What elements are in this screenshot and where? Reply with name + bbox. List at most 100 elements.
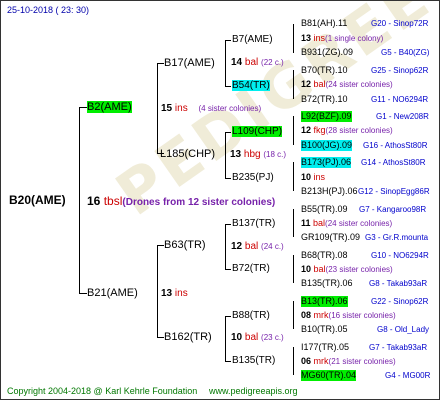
gen4-bot-1: B931(ZG).09 [301,47,354,57]
gen3-queen-2: B54(TR) [232,80,270,91]
gen3-num: 14 [231,57,243,68]
gen1-num: 15 [161,103,173,114]
connector-line [157,63,158,154]
connector-line [293,162,294,191]
gen4-note: (28 sister colonies) [325,126,393,135]
root-num: 16 [87,194,101,208]
gen3-mating-5: 12 bal (24 c.) [231,241,284,252]
gen4-type: bal [313,218,326,228]
gen4-note: (16 sister colonies) [328,311,396,320]
gen4-bot-right-2: G11 - NO6294R [371,95,429,104]
website-link[interactable]: www.pedigreeapis.org [209,386,298,397]
gen4-num: 06 [301,356,312,366]
root-name: B20(AME) [9,193,66,207]
gen3-note: (24 c.) [261,242,284,251]
connector-line [225,316,231,317]
connector-line [225,224,231,225]
connector-line [157,245,158,337]
gen1-mating-2: 13 ins [161,288,188,299]
connector-line [293,116,294,145]
gen1-queen-2: B21(AME) [87,287,138,299]
connector-line [157,63,164,64]
gen3-queen-7: B88(TR) [232,310,270,321]
gen4-top-6: B68(TR).08 [301,250,348,260]
connector-line [225,40,231,41]
gen3-queen-4: B235(PJ) [232,172,274,183]
gen4-bot-4: B213H(PJ).06 [301,186,358,196]
root-note: (Drones from 12 sister colonies) [122,197,276,208]
gen4-top-4: B173(PJ).06 [301,157,352,168]
gen4-num: 12 [301,79,312,89]
gen4-note: (1 single colony) [325,34,384,43]
gen2-queen-4: B162(TR) [164,331,212,343]
root-mating: 16 tbsl(Drones from 12 sister colonies) [87,194,275,210]
gen4-top-right-7: G22 - Sinop62R [371,297,429,306]
connector-line [225,269,231,270]
gen4-mid-5: 11 bal(24 sister colonies) [301,218,392,229]
gen4-mid-2: 12 bal(24 sister colonies) [301,79,393,90]
gen4-top-1: B81(AH).11 [301,18,348,28]
gen2-type: hbg [243,149,261,160]
gen4-mid-6: 10 bal(23 sister colonies) [301,264,393,275]
gen4-type: ins [313,33,326,43]
gen2-note: (23 c.) [261,333,284,342]
connector-line [225,316,226,362]
gen4-top-right-8: G7 - Takab93aR [369,343,428,352]
gen3-mating-1: 14 bal (22 c.) [231,57,284,68]
gen4-top-right-3: G1 - New208R [376,112,429,121]
connector-line [293,347,294,375]
gen4-bot-right-8: G4 - MG00R [385,371,431,380]
gen2-mating-4: 10 bal (23 c.) [231,332,284,343]
gen4-num: 08 [301,310,312,320]
gen4-mid-1: 13 ins(1 single colony) [301,33,383,44]
gen4-top-5: B55(TR).09 [301,204,348,214]
gen3-type: bal [244,241,259,252]
date-label: 25-10-2018 ( 23: 30) [7,5,90,15]
gen3-queen-8: B135(TR) [232,355,276,366]
connector-line [225,361,231,362]
gen4-bot-right-6: G8 - Takab93aR [369,279,428,288]
gen2-type: bal [244,332,259,343]
gen4-note: (24 sister colonies) [325,219,393,228]
gen4-mid-7: 08 mrk(16 sister colonies) [301,310,396,321]
gen4-top-7: B13(TR).06 [301,296,348,307]
gen4-bot-right-4: G12 - SinopEgg86R [358,187,430,196]
gen4-type: mrk [313,356,329,366]
gen3-queen-5: B137(TR) [232,218,276,229]
connector-line [225,86,231,87]
gen4-num: 12 [301,125,312,135]
gen4-type: bal [313,264,326,274]
connector-line [293,301,294,329]
connector-line [293,209,294,237]
gen4-top-3: L92(BZF).09 [301,111,352,122]
gen2-num: 13 [230,149,242,160]
gen2-num: 10 [231,332,243,343]
gen2-queen-2: L185(CHP) [160,148,216,160]
gen4-type: bal [313,79,326,89]
gen4-bot-3: B100(JG).09 [301,140,353,151]
connector-line [225,40,226,87]
gen3-num: 12 [231,241,243,252]
gen4-note: (24 sister colonies) [325,80,393,89]
gen4-mid-3: 12 fkg(28 sister colonies) [301,125,393,136]
gen1-type: ins [174,103,188,114]
pedigree-frame: PEDIGREE 25-10-2018 ( 23: 30) B20(AME) 1… [0,0,440,400]
gen4-mid-8: 06 mrk(21 sister colonies) [301,356,396,367]
connector-line [293,70,294,99]
gen2-queen-1: B17(AME) [164,57,215,69]
gen4-note: (23 sister colonies) [325,265,393,274]
connector-line [225,132,226,179]
gen4-type: fkg [313,125,326,135]
copyright-text: Copyright 2004-2018 @ Karl Kehrle Founda… [7,386,198,396]
root-type: tbsl [103,194,123,208]
connector-line [293,255,294,283]
gen4-bot-6: B135(TR).06 [301,278,353,288]
gen4-top-right-1: G20 - Sinop72R [371,19,429,28]
gen4-num: 10 [301,172,312,182]
gen3-note: (22 c.) [261,58,284,67]
gen3-queen-3: L109(CHP) [232,126,283,137]
gen4-top-2: B70(TR).10 [301,65,348,75]
gen1-type: ins [174,288,188,299]
gen4-top-8: I177(TR).05 [301,342,350,352]
gen3-type: bal [244,57,259,68]
